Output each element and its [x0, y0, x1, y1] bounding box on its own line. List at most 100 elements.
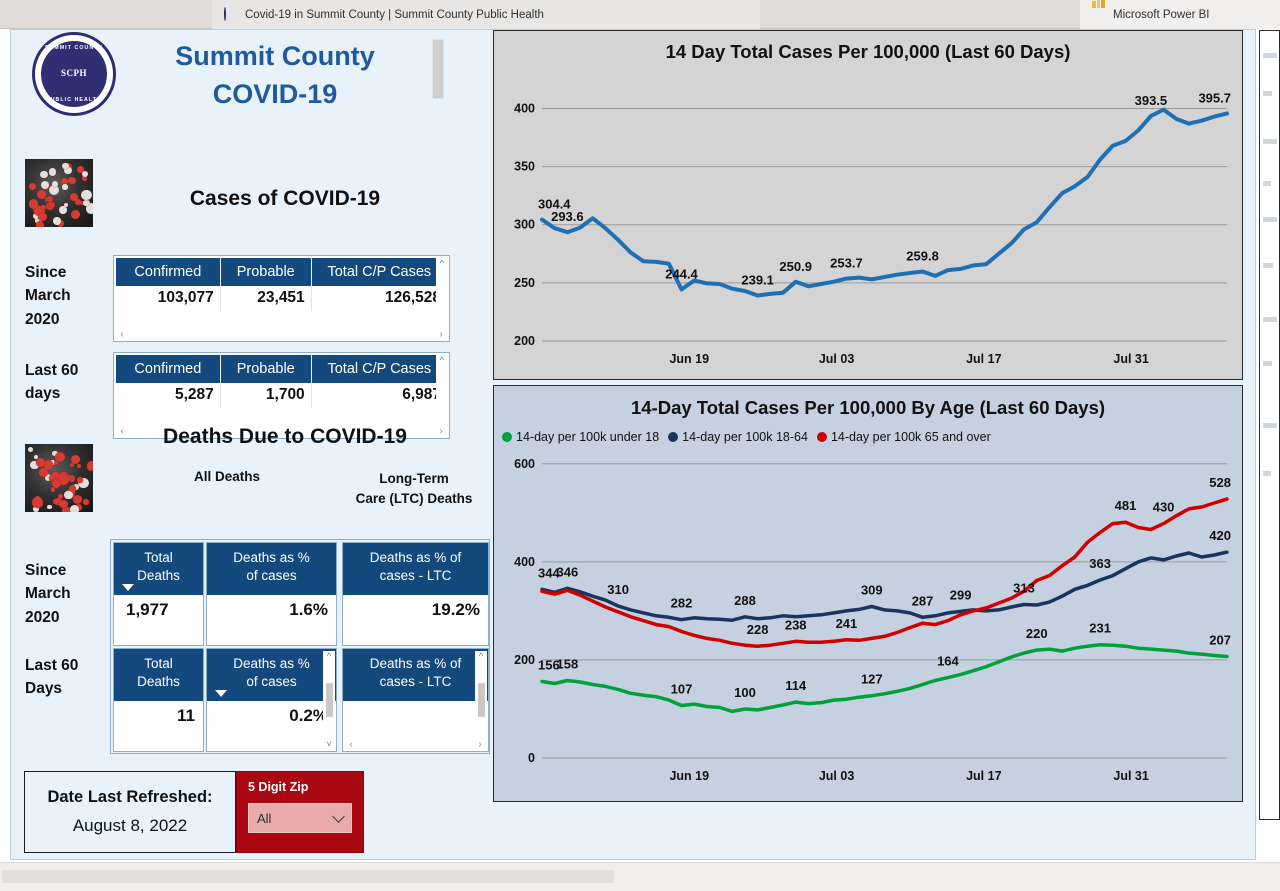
- cases-row-label-last-60-days: Last 60 days: [25, 359, 110, 406]
- dashboard-title: Summit County COVID-19: [130, 37, 420, 114]
- chart-plot-area[interactable]: 0 200 400 600 Jun 19 Jul 03 Jul 17 Jul 31 156 158…: [494, 444, 1241, 800]
- kpi-horizontal-scrollbar[interactable]: ‹ ›: [345, 739, 486, 750]
- kpi-deaths-pct-ltc-since-march[interactable]: Deaths as % of cases - LTC 19.2%: [342, 542, 489, 646]
- kpi-total-deaths-last-60[interactable]: Total Deaths 11: [113, 648, 204, 752]
- kpi-header[interactable]: Total Deaths: [114, 649, 203, 701]
- browser-tab-active[interactable]: Covid-19 in Summit County | Summit Count…: [212, 0, 760, 29]
- svg-text:481: 481: [1115, 498, 1137, 513]
- scroll-left-icon[interactable]: ‹: [116, 329, 128, 340]
- svg-text:200: 200: [514, 653, 535, 667]
- page-scrollbar-thumb[interactable]: [2, 870, 614, 883]
- svg-text:100: 100: [734, 685, 756, 700]
- chart-title: 14 Day Total Cases Per 100,000 (Last 60 …: [665, 41, 1071, 62]
- chart-legend[interactable]: 14-day per 100k under 18 14-day per 100k…: [502, 430, 991, 444]
- browser-tab-title: Microsoft Power BI: [1113, 8, 1210, 21]
- svg-text:250: 250: [514, 276, 535, 290]
- table-horizontal-scrollbar[interactable]: ‹ ›: [116, 329, 447, 340]
- power-bi-icon: [1092, 0, 1106, 22]
- svg-text:400: 400: [514, 101, 535, 115]
- table-header-row: Confirmed Probable Total C/P Cases: [116, 355, 447, 383]
- scroll-left-icon[interactable]: ‹: [345, 739, 357, 750]
- deaths-group-label-ltc: Long-Term Care (LTC) Deaths: [340, 469, 488, 510]
- kpi-header[interactable]: Deaths as % of cases: [207, 543, 336, 595]
- scph-seal-icon: [224, 6, 238, 22]
- kpi-header[interactable]: Deaths as % of cases - LTC: [343, 649, 488, 701]
- page-horizontal-scrollbar[interactable]: [0, 862, 1280, 891]
- kpi-value: 11: [114, 701, 203, 732]
- legend-swatch-icon: [502, 432, 512, 442]
- sort-descending-icon[interactable]: [122, 584, 134, 591]
- chevron-down-icon[interactable]: [332, 809, 345, 823]
- browser-tab-powerbi[interactable]: Microsoft Power BI: [1080, 0, 1280, 29]
- legend-label: 14-day per 100k 18-64: [682, 430, 808, 444]
- svg-text:Jun 19: Jun 19: [669, 769, 709, 783]
- svg-text:220: 220: [1026, 626, 1048, 641]
- cases-table-since-march-2020[interactable]: Confirmed Probable Total C/P Cases 103,0…: [113, 255, 450, 342]
- kpi-value: 19.2%: [343, 595, 488, 626]
- kpi-value: [343, 701, 488, 712]
- svg-text:346: 346: [557, 564, 579, 579]
- chart-plot-area[interactable]: 200 250 300 350 400 Jun 19 Jul 03 Jul 17 Jul 31 3…: [494, 61, 1241, 379]
- deaths-kpi-grid: Total Deaths 1,977 Deaths as % of cases …: [110, 539, 490, 754]
- svg-text:164: 164: [937, 654, 959, 669]
- kpi-deaths-pct-last-60[interactable]: Deaths as % of cases 0.2% ^ ˅: [206, 648, 337, 752]
- deaths-row-label-last-60-days: Last 60 Days: [25, 657, 79, 698]
- svg-text:600: 600: [514, 457, 535, 471]
- svg-text:127: 127: [861, 672, 883, 687]
- kpi-header[interactable]: Total Deaths: [114, 543, 203, 595]
- svg-text:158: 158: [557, 657, 579, 672]
- column-header-total-cp-cases[interactable]: Total C/P Cases: [311, 258, 447, 286]
- svg-text:Jul 31: Jul 31: [1113, 352, 1148, 366]
- svg-text:282: 282: [671, 596, 693, 611]
- kpi-header[interactable]: Deaths as % of cases - LTC: [343, 543, 488, 595]
- kpi-header[interactable]: Deaths as % of cases: [207, 649, 336, 701]
- svg-text:Jul 03: Jul 03: [819, 352, 854, 366]
- table-row: 103,077 23,451 126,528: [116, 286, 447, 311]
- legend-item-under-18[interactable]: 14-day per 100k under 18: [502, 430, 659, 444]
- scroll-right-icon[interactable]: ›: [435, 329, 447, 340]
- panel-vertical-scrollbar[interactable]: [432, 39, 444, 99]
- table-vertical-scrollbar[interactable]: ^˅: [436, 258, 448, 339]
- kpi-deaths-pct-since-march[interactable]: Deaths as % of cases 1.6%: [206, 542, 337, 646]
- cases-row-label-since-march: Since March 2020: [25, 261, 105, 331]
- svg-text:393.5: 393.5: [1135, 93, 1168, 108]
- scroll-right-icon[interactable]: ›: [474, 739, 486, 750]
- kpi-total-deaths-since-march[interactable]: Total Deaths 1,977: [113, 542, 204, 646]
- column-header-confirmed[interactable]: Confirmed: [116, 355, 221, 383]
- table-header-row: Confirmed Probable Total C/P Cases: [116, 258, 447, 286]
- clipped-right-visual[interactable]: [1259, 30, 1280, 820]
- column-header-probable[interactable]: Probable: [220, 258, 312, 286]
- deaths-row-label-since-march: Since March 2020: [25, 562, 71, 626]
- table-vertical-scrollbar[interactable]: ^˅: [436, 355, 448, 436]
- scph-logo-icon: SUMMIT COUNTY SCPH PUBLIC HEALTH: [32, 32, 116, 116]
- svg-text:300: 300: [514, 218, 535, 232]
- kpi-deaths-pct-ltc-last-60[interactable]: Deaths as % of cases - LTC ^˅ ‹ ›: [342, 648, 489, 752]
- kpi-vertical-scrollbar[interactable]: ^˅: [323, 651, 335, 749]
- summary-panel: SUMMIT COUNTY SCPH PUBLIC HEALTH Summit …: [10, 29, 490, 860]
- deaths-group-label-ltc-line2: Care (LTC) Deaths: [355, 491, 473, 507]
- svg-text:310: 310: [607, 582, 629, 597]
- kpi-value: 0.2%: [207, 701, 336, 732]
- kpi-value: 1,977: [114, 595, 203, 626]
- column-header-total-cp-cases[interactable]: Total C/P Cases: [311, 355, 447, 383]
- svg-text:Jul 17: Jul 17: [966, 352, 1001, 366]
- legend-item-18-64[interactable]: 14-day per 100k 18-64: [668, 430, 808, 444]
- svg-text:293.6: 293.6: [551, 209, 584, 224]
- canvas-left-margin: [0, 58, 10, 862]
- legend-label: 14-day per 100k 65 and over: [830, 430, 991, 444]
- svg-text:239.1: 239.1: [741, 273, 774, 288]
- column-header-probable[interactable]: Probable: [220, 355, 312, 383]
- date-last-refreshed-card: Date Last Refreshed: August 8, 2022: [24, 771, 236, 853]
- cell-probable: 23,451: [221, 286, 312, 311]
- zip-slicer-value: All: [257, 810, 272, 826]
- sort-descending-icon[interactable]: [215, 690, 227, 697]
- chart-14day-total-cases[interactable]: 14 Day Total Cases Per 100,000 (Last 60 …: [493, 30, 1243, 380]
- kpi-vertical-scrollbar[interactable]: ^˅: [475, 651, 487, 749]
- refresh-value: August 8, 2022: [72, 816, 188, 835]
- deaths-group-label-ltc-line1: Long-Term: [379, 471, 449, 486]
- zip-slicer-dropdown[interactable]: All: [248, 803, 352, 833]
- chart-14day-cases-by-age[interactable]: 14-Day Total Cases Per 100,000 By Age (L…: [493, 385, 1243, 802]
- column-header-confirmed[interactable]: Confirmed: [116, 258, 221, 286]
- kpi-value: 1.6%: [207, 595, 336, 626]
- legend-item-65-over[interactable]: 14-day per 100k 65 and over: [816, 430, 991, 444]
